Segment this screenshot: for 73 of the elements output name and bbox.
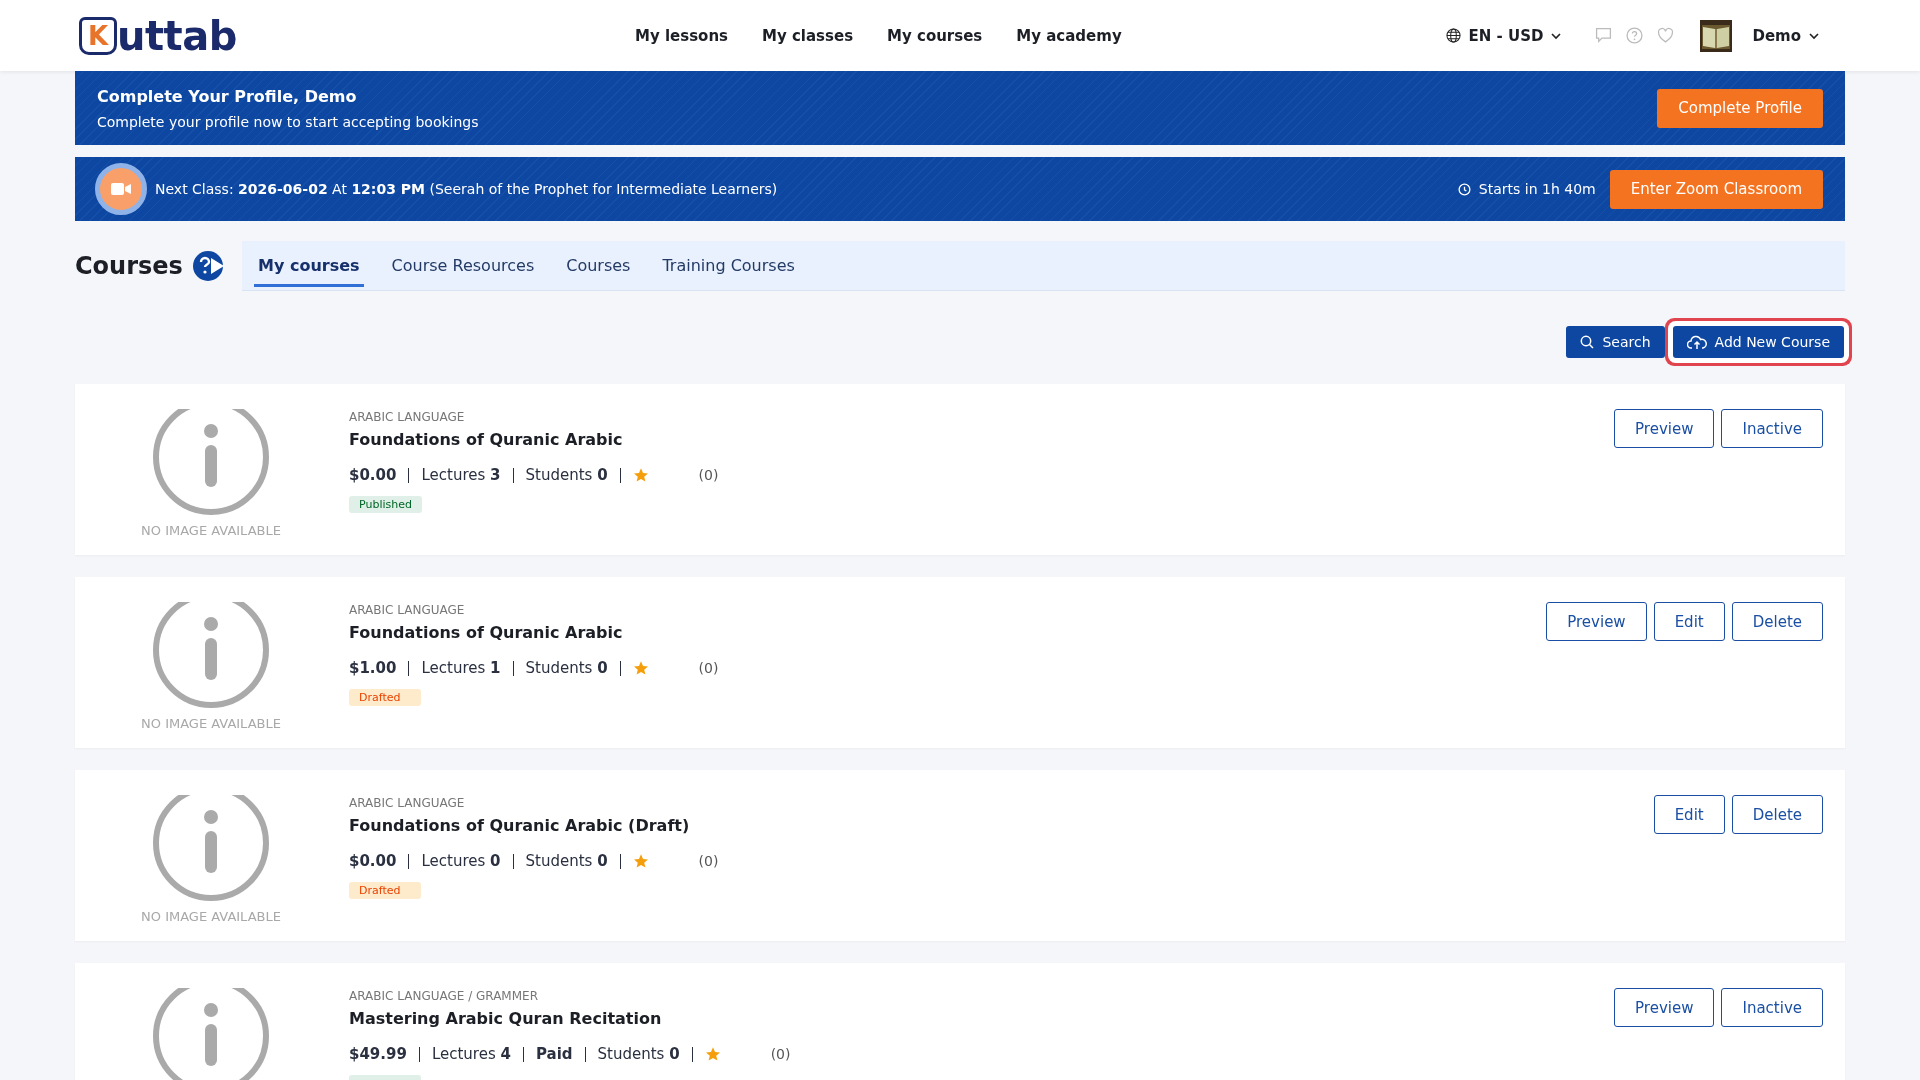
no-image-text: NO IMAGE AVAILABLE <box>141 523 281 538</box>
course-stat: Paid <box>535 1045 573 1063</box>
course-stat: Students 0 <box>597 1045 680 1063</box>
nav-link[interactable]: My classes <box>762 26 854 45</box>
countdown-text: Starts in 1h 40m <box>1478 181 1596 197</box>
nav-link[interactable]: My courses <box>887 26 983 45</box>
course-stat: Students 0 <box>525 659 608 677</box>
star-icon <box>632 467 649 483</box>
course-action-button[interactable]: Edit <box>1653 602 1725 641</box>
heart-icon[interactable] <box>1657 27 1675 44</box>
course-action-button[interactable]: Delete <box>1731 795 1823 834</box>
banner-title: Complete Your Profile, Demo <box>97 86 358 106</box>
rating-count: (0) <box>698 853 719 869</box>
course-title: Foundations of Quranic Arabic <box>349 430 624 449</box>
course-action-button[interactable]: Preview <box>1614 988 1715 1027</box>
user-menu[interactable]: Demo <box>1746 25 1825 46</box>
course-stat: $0.00 <box>349 466 397 484</box>
course-stat: Lectures 0 <box>421 852 501 870</box>
tab[interactable]: Courses <box>562 250 635 287</box>
course-action-button[interactable]: Inactive <box>1721 409 1823 448</box>
course-stat: Lectures 1 <box>421 659 501 677</box>
banner-text: Complete your profile now to start accepting bookings <box>97 113 479 130</box>
tab[interactable]: My courses <box>254 250 364 287</box>
tab[interactable]: Training Courses <box>658 250 799 287</box>
course-category: ARABIC LANGUAGE <box>349 603 466 617</box>
globe-icon <box>1445 28 1461 43</box>
chat-icon[interactable] <box>1595 27 1613 44</box>
clock-icon <box>1457 182 1471 196</box>
course-title: Foundations of Quranic Arabic <box>349 623 624 642</box>
help-icon[interactable] <box>1626 27 1644 44</box>
course-category: ARABIC LANGUAGE / GRAMMER <box>349 989 539 1003</box>
chevron-down-icon <box>1809 30 1819 41</box>
star-icon <box>632 853 649 869</box>
nav-link[interactable]: My lessons <box>635 26 728 45</box>
no-image-text: NO IMAGE AVAILABLE <box>141 909 281 924</box>
search-button[interactable]: Search <box>1566 326 1665 358</box>
star-icon <box>704 1046 721 1062</box>
no-image-text: NO IMAGE AVAILABLE <box>141 716 281 731</box>
status-badge: Drafted <box>349 689 421 706</box>
course-title: Foundations of Quranic Arabic (Draft) <box>349 816 691 835</box>
chevron-down-icon <box>1551 30 1562 41</box>
course-category: ARABIC LANGUAGE <box>349 796 466 810</box>
info-icon <box>151 988 271 1080</box>
course-category: ARABIC LANGUAGE <box>349 410 466 424</box>
course-stat: $49.99 <box>349 1045 407 1063</box>
course-action-button[interactable]: Edit <box>1653 795 1725 834</box>
course-action-button[interactable]: Preview <box>1546 602 1647 641</box>
page-title: Courses <box>75 252 183 280</box>
cloud-upload-icon <box>1686 334 1707 350</box>
nav-link[interactable]: My academy <box>1016 26 1122 45</box>
next-class-text: Next Class: 2026-06-02 At 12:03 PM (Seerah of the Prophet for Intermediate Learners) <box>155 181 778 197</box>
course-action-button[interactable]: Preview <box>1614 409 1715 448</box>
star-icon <box>632 660 649 676</box>
course-action-button[interactable]: Inactive <box>1721 988 1823 1027</box>
course-stat: Lectures 3 <box>421 466 501 484</box>
tab[interactable]: Course Resources <box>387 250 539 287</box>
rating-count: (0) <box>698 467 719 483</box>
course-stat: $1.00 <box>349 659 397 677</box>
rating-count: (0) <box>770 1046 791 1062</box>
logo-mark: K <box>79 16 117 55</box>
course-stat: Lectures 4 <box>431 1045 511 1063</box>
course-stat: Students 0 <box>525 852 608 870</box>
locale-selector[interactable]: EN - USD <box>1439 25 1568 46</box>
rating-count: (0) <box>698 660 719 676</box>
video-camera-icon <box>95 163 147 215</box>
logo-text: uttab <box>117 12 237 59</box>
course-stat: Students 0 <box>525 466 608 484</box>
course-action-button[interactable]: Delete <box>1731 602 1823 641</box>
status-badge: Drafted <box>349 882 421 899</box>
search-icon <box>1580 335 1595 349</box>
course-title: Mastering Arabic Quran Recitation <box>349 1009 663 1028</box>
status-badge: Published <box>349 496 422 513</box>
course-stat: $0.00 <box>349 852 397 870</box>
